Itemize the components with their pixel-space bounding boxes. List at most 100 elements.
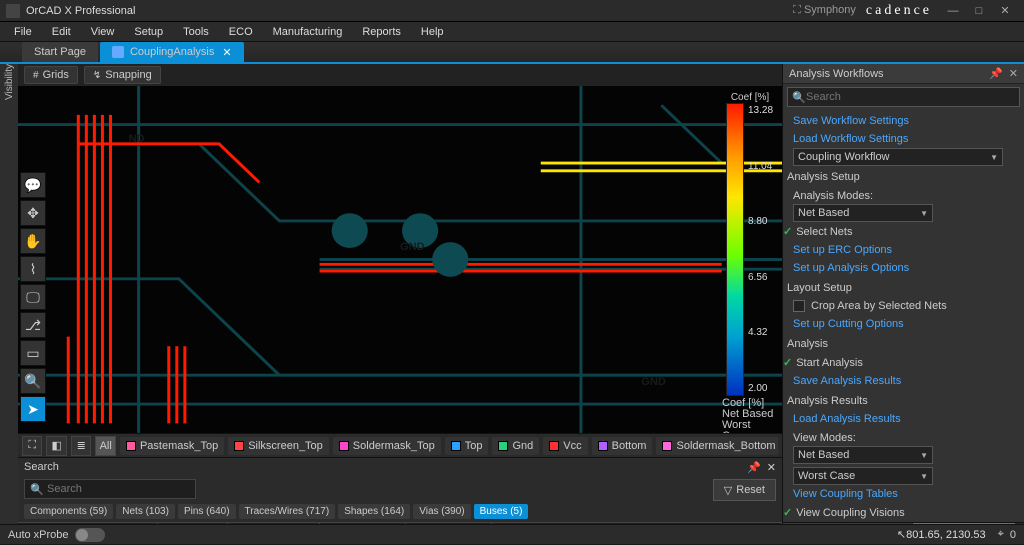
menu-edit[interactable]: Edit — [42, 24, 81, 40]
layer-all-button[interactable]: All — [95, 436, 115, 456]
route-icon[interactable]: ⌇ — [20, 256, 46, 282]
crop-area-checkbox[interactable]: Crop Area by Selected Nets — [793, 297, 1014, 315]
svg-text:ND: ND — [129, 133, 145, 145]
modes-label: Analysis Modes: — [793, 186, 1014, 204]
visibility-rail[interactable]: Visibility — [0, 64, 18, 544]
search-input[interactable] — [24, 479, 196, 499]
rect-icon[interactable]: ▭ — [20, 340, 46, 366]
document-tabs: Start Page CouplingAnalysis ✕ — [0, 42, 1024, 64]
analysis-mode-select[interactable]: Net Based — [793, 204, 933, 222]
move-icon[interactable]: ✥ — [20, 200, 46, 226]
tool-palette: 💬 ✥ ✋ ⌇ 🖵 ⎇ ▭ 🔍 ➤ — [20, 172, 46, 422]
menu-reports[interactable]: Reports — [352, 24, 411, 40]
snapping-button[interactable]: ↯Snapping — [84, 66, 161, 84]
menu-file[interactable]: File — [4, 24, 42, 40]
maximize-button[interactable]: □ — [966, 5, 992, 17]
layer-chip[interactable]: Vcc — [543, 437, 587, 455]
section-results: Analysis Results — [787, 390, 1014, 410]
select-icon[interactable]: ➤ — [20, 396, 46, 422]
tab-icon — [112, 46, 124, 58]
layer-chip[interactable]: Top — [445, 437, 489, 455]
filter-chips: Components (59)Nets (103)Pins (640)Trace… — [18, 504, 782, 522]
reset-label: Reset — [736, 484, 765, 496]
menu-tools[interactable]: Tools — [173, 24, 219, 40]
layer-stack-button[interactable]: ≣ — [71, 436, 91, 456]
menu-help[interactable]: Help — [411, 24, 454, 40]
cursor-coordinates: 801.65, 2130.53 — [906, 529, 986, 541]
filter-chip[interactable]: Traces/Wires (717) — [239, 504, 336, 519]
pin-icon[interactable]: 📌 — [747, 461, 761, 474]
search-icon: 🔍 — [30, 483, 44, 496]
viewmode1-value: Net Based — [798, 449, 849, 461]
leaf-icon[interactable]: ⎇ — [20, 312, 46, 338]
tab-coupling-analysis[interactable]: CouplingAnalysis ✕ — [100, 42, 244, 62]
hand-icon[interactable]: ✋ — [20, 228, 46, 254]
cutting-options-link[interactable]: Set up Cutting Options — [793, 315, 1014, 333]
view-tables-link[interactable]: View Coupling Tables — [793, 485, 1014, 503]
tab-active-label: CouplingAnalysis — [130, 46, 214, 58]
layer-chip[interactable]: Soldermask_Bottom — [656, 437, 778, 455]
save-results-link[interactable]: Save Analysis Results — [793, 372, 1014, 390]
tab-start-page[interactable]: Start Page — [22, 42, 98, 62]
check-icon: ✓ — [783, 225, 792, 238]
layer-chip[interactable]: Bottom — [592, 437, 653, 455]
pcb-canvas[interactable]: GND GND ND Coef [%] 13.28 11.04 8.80 6.5… — [18, 86, 782, 433]
filter-chip[interactable]: Buses (5) — [474, 504, 529, 519]
menu-eco[interactable]: ECO — [219, 24, 263, 40]
reset-button[interactable]: ▽Reset — [713, 479, 776, 501]
layer-view-button[interactable]: ⛶ — [22, 436, 42, 456]
section-analysis-setup: Analysis Setup — [787, 166, 1014, 186]
layer-chip[interactable]: Silkscreen_Top — [228, 437, 329, 455]
menu-manufacturing[interactable]: Manufacturing — [263, 24, 353, 40]
filter-chip[interactable]: Shapes (164) — [338, 504, 410, 519]
grid-icon: # — [33, 70, 39, 81]
pin-icon[interactable]: 📌 — [989, 67, 1003, 80]
close-icon[interactable]: ✕ — [767, 461, 776, 474]
status-bar: Auto xProbe ↖ 801.65, 2130.53 ⌖ 0 — [0, 524, 1024, 544]
grids-label: Grids — [43, 69, 69, 81]
load-results-link[interactable]: Load Analysis Results — [793, 410, 1014, 428]
layer-chip[interactable]: Gnd — [492, 437, 539, 455]
layer-split-button[interactable]: ◧ — [46, 436, 66, 456]
close-button[interactable]: ✕ — [992, 4, 1018, 17]
section-layout-setup: Layout Setup — [787, 277, 1014, 297]
analysis-workflows-panel: Analysis Workflows 📌 ✕ 🔍 Save Workflow S… — [782, 64, 1024, 544]
menu-view[interactable]: View — [81, 24, 125, 40]
view-visions-link[interactable]: ✓View Coupling Visions — [793, 503, 1014, 522]
workflow-select[interactable]: Coupling Workflow — [793, 148, 1003, 166]
tab-close-icon[interactable]: ✕ — [222, 46, 231, 59]
analysis-options-link[interactable]: Set up Analysis Options — [793, 259, 1014, 277]
save-workflow-link[interactable]: Save Workflow Settings — [793, 112, 1014, 130]
brand-logo: cadence — [866, 3, 932, 19]
layer-chip[interactable]: Soldermask_Top — [333, 437, 441, 455]
workflow-search-input[interactable] — [787, 87, 1020, 107]
cursor-icon: ⌖ — [998, 528, 1004, 541]
filter-chip[interactable]: Components (59) — [24, 504, 113, 519]
colorbar-gradient — [726, 103, 744, 396]
tick: 4.32 — [748, 327, 778, 338]
autoxprobe-toggle[interactable] — [75, 528, 105, 542]
viewmode1-select[interactable]: Net Based — [793, 446, 933, 464]
start-analysis-link[interactable]: ✓Start Analysis — [793, 353, 1014, 372]
chat-icon[interactable]: 💬 — [20, 172, 46, 198]
minimize-button[interactable]: — — [940, 5, 966, 17]
filter-chip[interactable]: Nets (103) — [116, 504, 175, 519]
load-workflow-link[interactable]: Load Workflow Settings — [793, 130, 1014, 148]
screen-icon[interactable]: 🖵 — [20, 284, 46, 310]
layer-chip[interactable]: Pastemask_Top — [120, 437, 224, 455]
symphony-label[interactable]: Symphony — [793, 4, 856, 17]
viewmode2-select[interactable]: Worst Case — [793, 467, 933, 485]
colorbar-title: Coef [%] — [722, 92, 778, 103]
filter-chip[interactable]: Vias (390) — [413, 504, 470, 519]
workflow-select-value: Coupling Workflow — [798, 151, 890, 163]
grids-button[interactable]: # Grids — [24, 66, 78, 84]
menu-bar: File Edit View Setup Tools ECO Manufactu… — [0, 22, 1024, 42]
svg-text:GND: GND — [400, 241, 425, 253]
filter-chip[interactable]: Pins (640) — [178, 504, 236, 519]
select-nets-link[interactable]: ✓Select Nets — [793, 222, 1014, 241]
erc-options-link[interactable]: Set up ERC Options — [793, 241, 1014, 259]
menu-setup[interactable]: Setup — [124, 24, 173, 40]
close-icon[interactable]: ✕ — [1009, 67, 1018, 80]
autoxprobe-label: Auto xProbe — [8, 529, 69, 541]
zoom-icon[interactable]: 🔍 — [20, 368, 46, 394]
